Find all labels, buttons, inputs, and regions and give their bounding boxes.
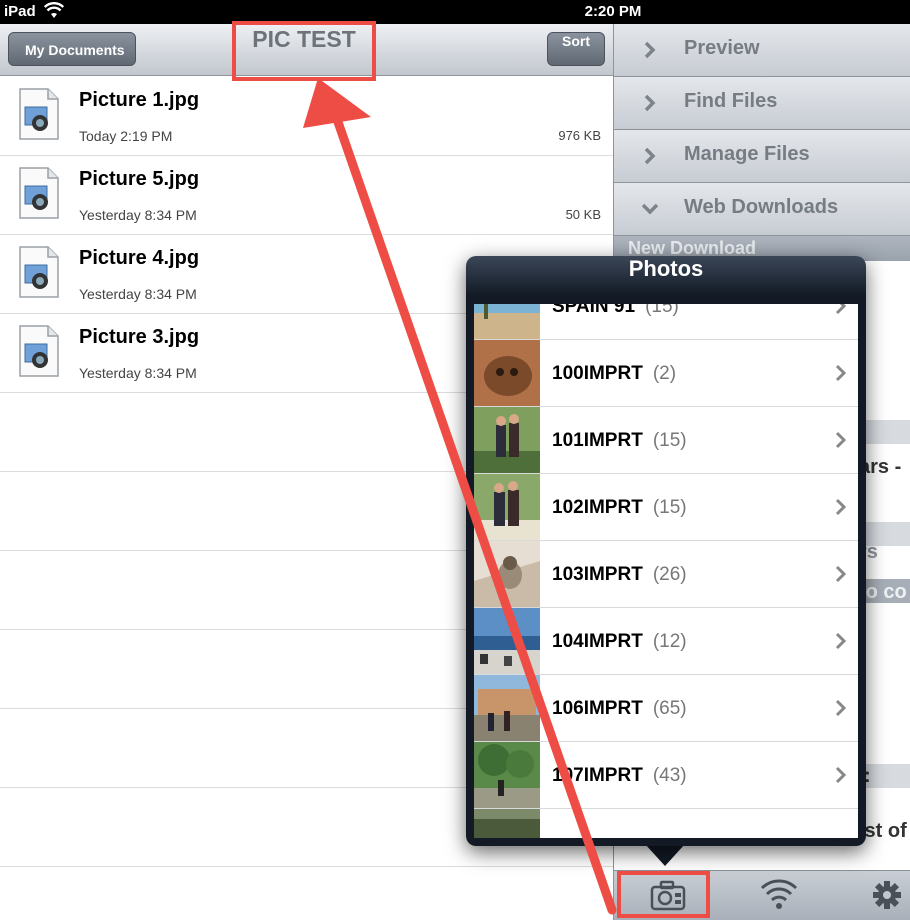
- file-name: Picture 5.jpg: [79, 168, 200, 190]
- chevron-right-icon: [835, 565, 847, 583]
- album-name: 102IMPRT (15): [552, 497, 687, 518]
- album-row[interactable]: 100IMPRT (2): [474, 340, 858, 407]
- title-highlight-box: [232, 21, 376, 81]
- album-count: (65): [652, 698, 687, 719]
- chevron-right-icon: [835, 766, 847, 784]
- album-count: (15): [652, 497, 687, 518]
- chevron-right-icon: [835, 304, 847, 315]
- photos-popover: Photos SPAIN 91 (15) 100IMPRT (2) 101IMPRT…: [466, 256, 866, 846]
- album-count: (15): [645, 304, 679, 317]
- album-count: (12): [652, 631, 687, 652]
- file-row[interactable]: Picture 1.jpg Today 2:19 PM 976 KB: [0, 77, 613, 156]
- file-row[interactable]: Picture 5.jpg Yesterday 8:34 PM 50 KB: [0, 156, 613, 235]
- file-size: 976 KB: [558, 128, 601, 143]
- chevron-right-icon: [835, 632, 847, 650]
- file-date: Today 2:19 PM: [79, 128, 173, 144]
- file-date: Yesterday 8:34 PM: [79, 286, 197, 302]
- file-size: 50 KB: [565, 207, 601, 222]
- chevron-right-icon: [835, 498, 847, 516]
- album-row[interactable]: 103IMPRT (26): [474, 541, 858, 608]
- image-file-icon: [19, 167, 59, 219]
- sort-button[interactable]: Sort: [547, 32, 605, 66]
- file-name: Picture 4.jpg: [79, 247, 200, 269]
- sidebar-item-label: Find Files: [684, 90, 778, 112]
- album-row[interactable]: [474, 809, 858, 838]
- album-name: 106IMPRT (65): [552, 698, 687, 719]
- album-count: (26): [652, 564, 687, 585]
- album-thumbnail: [474, 407, 540, 473]
- sidebar-item-label: Web Downloads: [684, 196, 839, 218]
- image-file-icon: [19, 246, 59, 298]
- album-row[interactable]: SPAIN 91 (15): [474, 304, 858, 340]
- album-count: (15): [652, 430, 687, 451]
- album-name: 101IMPRT (15): [552, 430, 687, 451]
- sidebar-item-find-files[interactable]: Find Files: [614, 77, 910, 130]
- chevron-right-icon: [835, 431, 847, 449]
- chevron-right-icon: [644, 41, 656, 59]
- album-thumbnail: [474, 474, 540, 540]
- album-thumbnail: [474, 742, 540, 808]
- album-thumbnail: [474, 675, 540, 741]
- album-name: SPAIN 91 (15): [552, 304, 679, 318]
- image-file-icon: [19, 325, 59, 377]
- album-name: [552, 832, 562, 838]
- obscured-text: to co: [859, 581, 907, 603]
- album-thumbnail: [474, 304, 540, 339]
- album-row[interactable]: 106IMPRT (65): [474, 675, 858, 742]
- album-thumbnail: [474, 809, 540, 838]
- image-file-icon: [19, 88, 59, 140]
- album-row[interactable]: 102IMPRT (15): [474, 474, 858, 541]
- file-date: Yesterday 8:34 PM: [79, 207, 197, 223]
- album-row[interactable]: 104IMPRT (12): [474, 608, 858, 675]
- album-row[interactable]: 101IMPRT (15): [474, 407, 858, 474]
- sidebar-item-web-downloads[interactable]: Web Downloads: [614, 183, 910, 236]
- popover-arrow: [645, 844, 685, 866]
- sidebar-item-label: Preview: [684, 37, 760, 59]
- album-name: 103IMPRT (26): [552, 564, 687, 585]
- sidebar-item-preview[interactable]: Preview: [614, 24, 910, 77]
- album-count: (43): [652, 765, 687, 786]
- album-name: 100IMPRT (2): [552, 363, 677, 384]
- popover-title: Photos: [628, 256, 704, 281]
- sidebar-item-manage-files[interactable]: Manage Files: [614, 130, 910, 183]
- chevron-right-icon: [835, 699, 847, 717]
- sidebar-item-label: Manage Files: [684, 143, 810, 165]
- screen: iPad 2:20 PM My Documents PIC TEST Sort: [0, 0, 910, 920]
- chevron-down-icon: [641, 203, 659, 215]
- chevron-right-icon: [644, 94, 656, 112]
- album-thumbnail: [474, 541, 540, 607]
- album-count: (2): [652, 363, 677, 384]
- camera-highlight-box: [617, 871, 710, 918]
- gear-icon[interactable]: [867, 877, 907, 913]
- chevron-right-icon: [835, 364, 847, 382]
- album-list[interactable]: SPAIN 91 (15) 100IMPRT (2) 101IMPRT (15) 10…: [474, 304, 858, 838]
- chevron-right-icon: [644, 147, 656, 165]
- album-thumbnail: [474, 340, 540, 406]
- clock: 2:20 PM: [584, 3, 642, 20]
- file-name: Picture 3.jpg: [79, 326, 200, 348]
- back-button-label: My Documents: [25, 42, 125, 58]
- wifi-icon[interactable]: [759, 877, 799, 913]
- album-thumbnail: [474, 608, 540, 674]
- album-row[interactable]: 107IMPRT (43): [474, 742, 858, 809]
- status-bar: iPad 2:20 PM: [0, 0, 910, 24]
- back-button[interactable]: My Documents: [8, 32, 136, 66]
- album-name: 104IMPRT (12): [552, 631, 687, 652]
- file-name: Picture 1.jpg: [79, 89, 200, 111]
- obscured-text: ist of: [859, 820, 907, 842]
- album-name: 107IMPRT (43): [552, 765, 687, 786]
- file-date: Yesterday 8:34 PM: [79, 365, 197, 381]
